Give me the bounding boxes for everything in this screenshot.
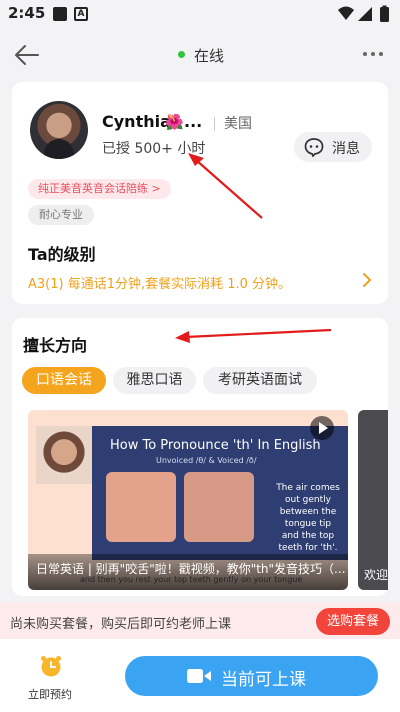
- status-time: 2:45: [8, 4, 46, 22]
- teacher-name: Cynthia: [102, 112, 171, 131]
- status-icons: [338, 5, 389, 22]
- mouth-image: [106, 472, 176, 542]
- message-label: 消息: [332, 141, 360, 157]
- notice-text: 尚未购买套餐，购买后即可约老师上课: [10, 617, 232, 632]
- video-caption: 日常英语 | 别再"咬舌"啦！戳视频，教你"th"发音技巧（...: [36, 562, 346, 576]
- level-title: Ta的级别: [28, 245, 96, 264]
- online-status-label: 在线: [194, 47, 225, 65]
- chat-bubble-icon: [304, 138, 324, 157]
- back-arrow-icon[interactable]: [14, 42, 40, 68]
- flower-emoji-icon: 🌺: [165, 113, 184, 131]
- teacher-name-ellipsis: ...: [184, 112, 203, 131]
- top-nav: 在线: [0, 28, 400, 82]
- intro-video-card[interactable]: How To Pronounce 'th' In English Unvoice…: [28, 410, 348, 590]
- buy-package-button[interactable]: 选购套餐: [316, 608, 390, 635]
- specialty-card: 擅长方向 口语会话 雅思口语 考研英语面试 How To Pronounce '…: [12, 318, 388, 596]
- chip-conversation[interactable]: 口语会话: [22, 367, 106, 394]
- notification-icon: [53, 7, 67, 21]
- chip-ielts-speaking[interactable]: 雅思口语: [113, 367, 196, 394]
- second-video-caption: 欢迎: [364, 568, 388, 582]
- battery-icon: [380, 7, 389, 22]
- video-teacher-thumbnail: [36, 426, 92, 484]
- video-note: The air comes out gently between the ton…: [276, 483, 340, 553]
- specialty-tag[interactable]: 纯正美音英音会话陪练 >: [28, 179, 171, 199]
- app-notification-icon: A: [74, 7, 88, 21]
- start-class-button[interactable]: 当前可上课: [125, 656, 378, 696]
- video-caption-bar: and then you rest your top teeth gently …: [28, 554, 348, 590]
- chevron-right-icon[interactable]: [362, 272, 372, 288]
- online-dot-icon: [178, 51, 185, 58]
- hours-taught: 已授 500+ 小时: [102, 141, 206, 157]
- second-video-card[interactable]: 欢迎: [358, 410, 388, 590]
- level-description[interactable]: A3(1) 每通话1分钟,套餐实际消耗 1.0 分钟。: [28, 273, 291, 292]
- bottom-bar: 立即预约 当前可上课: [0, 639, 400, 712]
- mouth-side-image: [184, 472, 254, 542]
- trait-tag: 耐心专业: [28, 205, 94, 225]
- play-icon[interactable]: [310, 416, 334, 440]
- teacher-avatar[interactable]: [30, 101, 88, 159]
- message-button[interactable]: 消息: [294, 132, 372, 162]
- signal-icon: [358, 7, 372, 21]
- book-now-label[interactable]: 立即预约: [28, 686, 72, 702]
- teacher-country: 美国: [224, 116, 252, 132]
- alarm-clock-icon[interactable]: [39, 654, 63, 678]
- teacher-profile-card: Cynthia 🌺 ... 美国 已授 500+ 小时 消息 纯正美音英音会话陪…: [12, 82, 388, 304]
- video-camera-icon: [187, 669, 211, 683]
- video-headline: How To Pronounce 'th' In English: [110, 438, 321, 453]
- divider: [214, 117, 215, 131]
- wifi-icon: [338, 6, 354, 20]
- purchase-notice: 尚未购买套餐，购买后即可约老师上课 选购套餐: [0, 603, 400, 639]
- online-status: 在线: [178, 45, 224, 66]
- specialty-title: 擅长方向: [23, 336, 88, 355]
- more-options-icon[interactable]: [362, 46, 384, 62]
- video-subheadline: Unvoiced /θ/ & Voiced /ð/: [156, 456, 257, 465]
- start-class-label: 当前可上课: [221, 670, 306, 690]
- status-bar: 2:45 A: [0, 0, 400, 28]
- chip-postgrad-interview[interactable]: 考研英语面试: [203, 367, 317, 394]
